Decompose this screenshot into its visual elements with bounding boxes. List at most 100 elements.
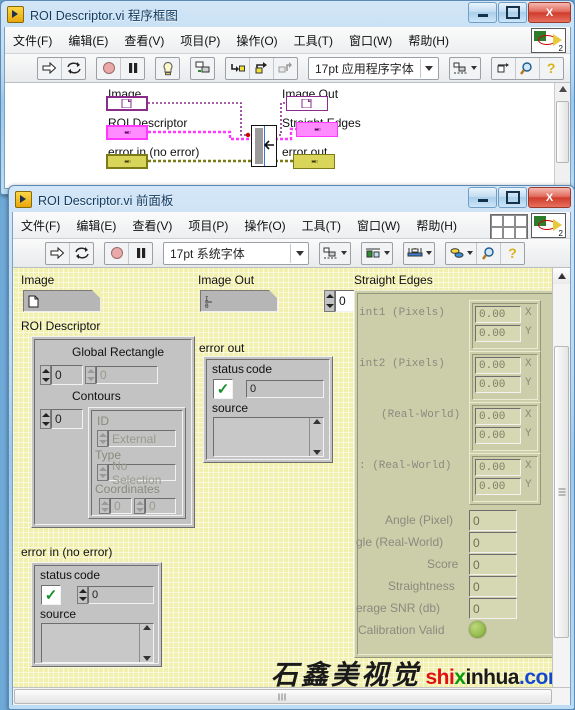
align-objects-icon[interactable] xyxy=(320,243,350,264)
font-dropdown-chevron-down-icon[interactable] xyxy=(290,243,308,263)
front-panel-menubar[interactable]: 文件(F) 编辑(E) 查看(V) 项目(P) 操作(O) 工具(T) 窗口(W… xyxy=(13,212,570,240)
minimize-button[interactable] xyxy=(468,2,497,23)
error-in-status-boolean[interactable]: ✓ xyxy=(41,585,61,605)
front-panel-vertical-scrollbar[interactable] xyxy=(552,268,570,705)
contour-id-value[interactable]: External xyxy=(108,430,176,447)
image-terminal[interactable] xyxy=(106,96,148,111)
block-diagram-toolbar[interactable]: 17pt 应用程序字体 ? xyxy=(5,54,570,83)
front-panel-titlebar[interactable]: ROI Descriptor.vi 前面板 X xyxy=(9,186,574,212)
se-row2-x[interactable]: 0.00 xyxy=(475,408,521,425)
menu-project[interactable]: 项目(P) xyxy=(172,29,228,52)
contour-id-spinner[interactable] xyxy=(97,430,108,447)
global-rectangle-element-spinner[interactable] xyxy=(85,366,96,384)
straight-edges-terminal[interactable]: ▪▪▫ xyxy=(296,122,338,137)
resize-objects-icon[interactable] xyxy=(404,243,434,264)
se-scalar2-value[interactable]: 0 xyxy=(469,554,517,575)
error-out-source-string[interactable] xyxy=(213,417,324,457)
image-out-terminal[interactable] xyxy=(286,96,328,111)
menu-edit[interactable]: 编辑(E) xyxy=(60,29,116,52)
contour-element-cluster[interactable]: ID External Type No Selection Coordinate… xyxy=(88,407,186,519)
highlight-execution-bulb-icon[interactable] xyxy=(156,58,179,79)
pause-icon[interactable] xyxy=(121,58,144,79)
menu-operate[interactable]: 操作(O) xyxy=(236,214,293,237)
minimize-button[interactable] xyxy=(468,187,497,208)
contours-index-spinner[interactable] xyxy=(40,409,51,429)
menu-help[interactable]: 帮助(H) xyxy=(400,29,457,52)
roi-descriptor-terminal[interactable]: ▪▪▫ xyxy=(106,125,148,140)
se-scalar1-value[interactable]: 0 xyxy=(469,532,517,553)
menu-tools[interactable]: 工具(T) xyxy=(286,29,341,52)
menu-view[interactable]: 查看(V) xyxy=(124,214,180,237)
menu-edit[interactable]: 编辑(E) xyxy=(68,214,124,237)
straight-edges-index-spinner[interactable] xyxy=(324,290,335,312)
error-out-cluster[interactable]: status code ✓ 0 source xyxy=(203,356,333,463)
step-over-icon[interactable] xyxy=(250,57,274,79)
contour-type-spinner[interactable] xyxy=(97,464,108,481)
run-continuously-icon[interactable] xyxy=(62,58,85,79)
step-into-icon[interactable] xyxy=(226,57,250,79)
distribute-objects-icon[interactable] xyxy=(362,243,392,264)
diagram-vertical-scrollbar[interactable] xyxy=(554,83,570,188)
block-diagram-titlebar[interactable]: ROI Descriptor.vi 程序框图 X xyxy=(1,1,574,27)
subvi-node[interactable] xyxy=(251,125,277,167)
se-row0-y[interactable]: 0.00 xyxy=(475,325,521,342)
error-in-cluster[interactable]: status code ✓ 0 source xyxy=(31,562,162,667)
front-panel-window[interactable]: ROI Descriptor.vi 前面板 X 文件(F) 编辑(E) 查看(V… xyxy=(8,185,575,710)
roi-descriptor-cluster[interactable]: Global Rectangle 0 0 Contours 0 ID Exter… xyxy=(31,336,195,528)
menu-window[interactable]: 窗口(W) xyxy=(341,29,400,52)
reorder-icon[interactable] xyxy=(492,57,516,79)
image-out-indicator[interactable]: I0 xyxy=(200,290,278,312)
run-arrow-icon[interactable] xyxy=(46,242,70,264)
coordinates-element-spinner[interactable] xyxy=(134,498,145,514)
contour-type-value[interactable]: No Selection xyxy=(108,459,176,487)
close-button[interactable]: X xyxy=(528,2,571,23)
align-objects-icon[interactable] xyxy=(450,58,480,79)
block-diagram-window[interactable]: ROI Descriptor.vi 程序框图 X 文件(F) 编辑(E) 查看(… xyxy=(0,0,575,195)
menu-view[interactable]: 查看(V) xyxy=(116,29,172,52)
connector-pane[interactable] xyxy=(490,214,528,240)
straight-edges-cluster[interactable]: int1 (Pixels) 0.00 X 0.00 Y int2 (Pixels… xyxy=(354,290,556,658)
vi-icon-badge[interactable]: 2 xyxy=(531,213,566,238)
front-panel-horizontal-scrollbar[interactable] xyxy=(13,687,570,705)
se-row1-x[interactable]: 0.00 xyxy=(475,357,521,374)
menu-tools[interactable]: 工具(T) xyxy=(294,214,349,237)
scroll-up-arrow-icon[interactable] xyxy=(553,268,570,284)
abort-execution-icon[interactable] xyxy=(97,57,121,79)
se-row0-x[interactable]: 0.00 xyxy=(475,306,521,323)
menu-file[interactable]: 文件(F) xyxy=(5,29,60,52)
menu-help[interactable]: 帮助(H) xyxy=(408,214,465,237)
se-row3-x[interactable]: 0.00 xyxy=(475,459,521,476)
menu-project[interactable]: 项目(P) xyxy=(180,214,236,237)
context-help-icon[interactable]: ? xyxy=(501,243,524,264)
coordinates-index[interactable]: 0 xyxy=(110,498,132,514)
se-row2-y[interactable]: 0.00 xyxy=(475,427,521,444)
step-out-icon[interactable] xyxy=(274,58,297,79)
se-row1-y[interactable]: 0.00 xyxy=(475,376,521,393)
error-in-code-spinner[interactable] xyxy=(77,586,88,604)
global-rectangle-index-spinner[interactable] xyxy=(40,365,51,385)
context-help-icon[interactable]: ? xyxy=(540,58,563,79)
abort-execution-icon[interactable] xyxy=(105,242,129,264)
menu-window[interactable]: 窗口(W) xyxy=(349,214,408,237)
error-in-terminal[interactable]: ▪▪▫ xyxy=(106,154,148,169)
front-panel-canvas[interactable]: Image ROI Descriptor Global Rectangle 0 … xyxy=(13,268,570,705)
pause-icon[interactable] xyxy=(129,243,152,264)
maximize-button[interactable] xyxy=(498,187,527,208)
se-row3-y[interactable]: 0.00 xyxy=(475,478,521,495)
se-scalar0-value[interactable]: 0 xyxy=(469,510,517,531)
menu-operate[interactable]: 操作(O) xyxy=(228,29,285,52)
image-control[interactable] xyxy=(23,290,101,312)
error-in-code-value[interactable]: 0 xyxy=(88,586,154,604)
coordinates-element[interactable]: 0 xyxy=(145,498,176,514)
run-continuously-icon[interactable] xyxy=(70,243,93,264)
font-selector[interactable]: 17pt 应用程序字体 xyxy=(308,56,439,80)
horizontal-scroll-thumb[interactable] xyxy=(14,689,552,704)
search-icon[interactable] xyxy=(516,57,540,79)
front-panel-toolbar[interactable]: 17pt 系统字体 ? xyxy=(13,239,570,268)
font-dropdown-chevron-down-icon[interactable] xyxy=(419,58,438,78)
retain-wire-values-icon[interactable] xyxy=(191,58,214,79)
block-diagram-menubar[interactable]: 文件(F) 编辑(E) 查看(V) 项目(P) 操作(O) 工具(T) 窗口(W… xyxy=(5,27,570,54)
se-scalar4-value[interactable]: 0 xyxy=(469,598,517,619)
error-out-terminal[interactable]: ▪▪▫ xyxy=(293,154,335,169)
reorder-icon[interactable] xyxy=(446,242,477,264)
